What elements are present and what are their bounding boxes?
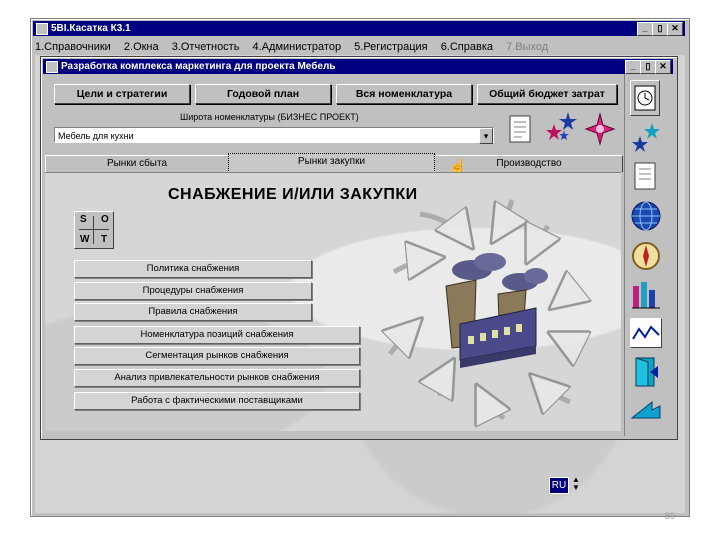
close-button[interactable]: ✕ xyxy=(667,22,683,36)
suppliers-button[interactable]: Работа с фактическими поставщиками xyxy=(74,392,360,410)
maximize-button[interactable]: ▯ xyxy=(652,22,668,36)
menu-bar: 1.Справочники 2.Окна 3.Отчетность 4.Адми… xyxy=(35,39,685,55)
globe-icon[interactable] xyxy=(630,200,662,232)
swot-divider-h xyxy=(79,229,109,230)
supply-rules-button[interactable]: Правила снабжения xyxy=(74,303,312,321)
exit-door-icon[interactable] xyxy=(630,356,662,388)
compass-icon[interactable] xyxy=(630,240,662,272)
stars-icon[interactable] xyxy=(542,110,578,146)
range-select-value: Мебель для кухни xyxy=(58,131,134,141)
swot-o: O xyxy=(101,214,109,225)
bar-chart-icon[interactable] xyxy=(630,278,662,310)
market-attractiveness-button[interactable]: Анализ привлекательности рынков снабжени… xyxy=(74,369,360,387)
range-label: Широта номенклатуры (БИЗНЕС ПРОЕКТ) xyxy=(180,112,359,122)
main-titlebar[interactable]: 5BI.Касатка К3.1 _ ▯ ✕ xyxy=(33,21,685,36)
menu-reports[interactable]: 3.Отчетность xyxy=(172,39,240,55)
minimize-button[interactable]: _ xyxy=(637,22,653,36)
supply-segmentation-button[interactable]: Сегментация рынков снабжения xyxy=(74,347,360,365)
inner-minimize-button[interactable]: _ xyxy=(625,60,641,74)
inner-close-button[interactable]: ✕ xyxy=(655,60,671,74)
language-spinner-icon[interactable]: ▲ ▼ xyxy=(572,476,580,492)
swot-divider xyxy=(93,216,94,244)
range-select[interactable]: Мебель для кухни ▾ xyxy=(54,127,494,144)
page-number: 89 xyxy=(665,511,676,521)
app-icon xyxy=(36,23,48,35)
swot-t: T xyxy=(101,234,108,245)
calendar-icon[interactable] xyxy=(630,80,660,116)
menu-exit[interactable]: 7.Выход xyxy=(506,39,548,55)
annual-plan-button[interactable]: Годовой план xyxy=(195,84,331,104)
list-document-icon[interactable] xyxy=(632,160,660,192)
menu-windows[interactable]: 2.Окна xyxy=(124,39,159,55)
supply-policy-button[interactable]: Политика снабжения xyxy=(74,260,312,278)
main-window-title: 5BI.Касатка К3.1 xyxy=(51,23,131,34)
supply-nomenclature-button[interactable]: Номенклатура позиций снабжения xyxy=(74,326,360,344)
swot-w: W xyxy=(80,234,90,245)
swot-s: S xyxy=(80,214,87,225)
project-window-title: Разработка комплекса маркетинга для прое… xyxy=(61,61,336,72)
window-icon xyxy=(46,61,58,73)
goals-strategies-button[interactable]: Цели и стратегии xyxy=(54,84,190,104)
menu-help[interactable]: 6.Справка xyxy=(441,39,493,55)
project-titlebar[interactable]: Разработка комплекса маркетинга для прое… xyxy=(43,59,673,74)
all-nomenclature-button[interactable]: Вся номенклатура xyxy=(336,84,472,104)
inner-maximize-button[interactable]: ▯ xyxy=(640,60,656,74)
language-indicator[interactable]: RU xyxy=(549,477,569,494)
factory-illustration xyxy=(380,196,600,428)
back-arrow-icon[interactable] xyxy=(630,394,662,426)
line-chart-icon[interactable] xyxy=(630,318,662,348)
stars-tool-icon[interactable] xyxy=(630,122,662,154)
compass-star-icon[interactable] xyxy=(584,112,616,146)
tab-procurement-markets[interactable]: Рынки закупки xyxy=(228,153,435,173)
tab-sales-markets[interactable]: Рынки сбыта xyxy=(45,155,228,172)
menu-registration[interactable]: 5.Регистрация xyxy=(354,39,427,55)
total-budget-button[interactable]: Общий бюджет затрат xyxy=(477,84,617,104)
menu-admin[interactable]: 4.Администратор xyxy=(253,39,342,55)
swot-button[interactable]: S O W T xyxy=(74,211,114,249)
document-icon[interactable] xyxy=(506,112,536,148)
chevron-down-icon[interactable]: ▾ xyxy=(479,128,493,144)
tab-production[interactable]: Производство xyxy=(436,155,623,172)
supply-procedures-button[interactable]: Процедуры снабжения xyxy=(74,282,312,300)
menu-references[interactable]: 1.Справочники xyxy=(35,39,111,55)
